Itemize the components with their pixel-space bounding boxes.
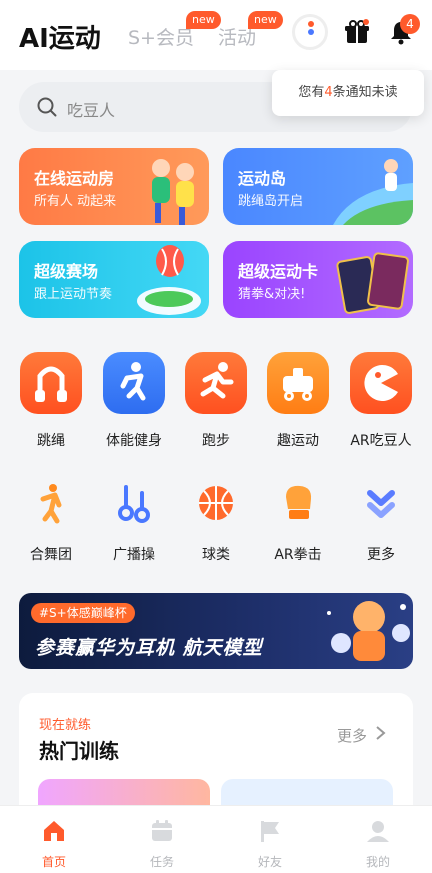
boxing-glove-icon [276, 481, 320, 525]
sport-label: 趣运动 [277, 433, 319, 449]
arena-balloon-illustration [137, 245, 201, 315]
more-chevron-icon [359, 481, 403, 525]
card-title: 运动岛 [238, 169, 287, 188]
astronaut-illustration [327, 601, 410, 661]
card-subtitle: 猜拳&对决! [238, 287, 306, 302]
home-screen: AI运动 S+会员 new 活动 new 4 您有4条通知未读 吃豆人 在线运动… [0, 0, 432, 873]
tab-profile[interactable]: 我的 [324, 806, 432, 873]
notification-count-badge: 4 [400, 14, 420, 34]
home-icon [44, 821, 64, 841]
sport-jump-rope[interactable]: 跳绳 [12, 352, 90, 450]
card-super-sport-card[interactable]: 超级运动卡 猜拳&对决! [223, 241, 413, 318]
tab-friends[interactable]: 好友 [216, 806, 324, 873]
card-subtitle: 跟上运动节奏 [34, 287, 113, 302]
tab-label: 任务 [149, 855, 174, 869]
sport-label: AR拳击 [274, 547, 322, 563]
card-subtitle: 所有人 动起来 [34, 194, 117, 209]
card-title: 在线运动房 [34, 169, 115, 188]
tab-label: 首页 [41, 855, 66, 869]
search-placeholder: 吃豆人 [67, 101, 116, 120]
characters-illustration [152, 159, 194, 225]
more-link[interactable]: 更多 [337, 725, 367, 746]
calendar-icon [152, 820, 172, 841]
new-badge: new [186, 11, 221, 29]
sport-label: AR吃豆人 [350, 433, 412, 449]
pacman-icon [350, 352, 412, 414]
tab-member[interactable]: S+会员 [128, 23, 194, 50]
bottom-tab-bar: 首页 任务 好友 我的 [0, 805, 432, 873]
sport-broadcast-exercise[interactable]: 广播操 [95, 481, 173, 564]
sport-label: 更多 [367, 547, 395, 563]
section-kicker: 现在就练 [39, 718, 92, 733]
flag-icon [261, 821, 279, 842]
card-online-room[interactable]: 在线运动房 所有人 动起来 [19, 148, 209, 225]
ball-icon [194, 481, 238, 525]
sport-label: 合舞团 [30, 547, 72, 563]
sport-label: 广播操 [113, 547, 155, 563]
ai-assistant-button[interactable] [292, 14, 328, 50]
chevron-right-icon[interactable] [374, 726, 386, 740]
sport-label: 跳绳 [37, 433, 65, 449]
jump-rope-icon [20, 352, 82, 414]
card-subtitle: 跳绳岛开启 [238, 194, 304, 209]
card-sport-island[interactable]: 运动岛 跳绳岛开启 [223, 148, 413, 225]
sport-ar-boxing[interactable]: AR拳击 [259, 481, 337, 564]
new-badge: new [248, 11, 283, 29]
tooltip-count: 4 [324, 85, 333, 100]
search-icon [37, 97, 57, 117]
user-icon [367, 821, 389, 842]
trading-cards-illustration [336, 252, 409, 314]
assistant-dot [308, 29, 314, 35]
card-super-arena[interactable]: 超级赛场 跟上运动节奏 [19, 241, 209, 318]
running-icon [185, 352, 247, 414]
top-header: AI运动 S+会员 new 活动 new 4 [0, 0, 432, 70]
sport-label: 球类 [202, 547, 230, 563]
assistant-dot [308, 21, 314, 27]
tooltip-prefix: 您有 [298, 85, 325, 100]
broadcast-exercise-icon [112, 481, 156, 525]
sport-fun[interactable]: 趣运动 [259, 352, 337, 450]
sport-fitness[interactable]: 体能健身 [95, 352, 173, 450]
section-title: 热门训练 [39, 739, 119, 763]
island-illustration [333, 159, 413, 225]
sport-label: 体能健身 [106, 433, 162, 449]
gift-icon[interactable] [344, 19, 370, 45]
sport-dance[interactable]: 合舞团 [12, 481, 90, 564]
banner-headline: 参赛赢华为耳机 航天模型 [35, 637, 263, 659]
sport-ball[interactable]: 球类 [177, 481, 255, 564]
tab-tasks[interactable]: 任务 [108, 806, 216, 873]
tab-label: 好友 [257, 855, 282, 869]
sport-label: 跑步 [202, 433, 230, 449]
fitness-icon [103, 352, 165, 414]
card-title: 超级赛场 [34, 262, 99, 281]
tab-label: 我的 [365, 855, 390, 869]
fun-sport-icon [267, 352, 329, 414]
sport-ar-pacman[interactable]: AR吃豆人 [342, 352, 420, 450]
tab-home[interactable]: 首页 [0, 806, 108, 873]
card-title: 超级运动卡 [238, 262, 319, 281]
tooltip-suffix: 条通知未读 [332, 85, 398, 100]
dance-icon [29, 481, 73, 525]
notification-tooltip[interactable]: 您有4条通知未读 [272, 70, 424, 116]
promo-banner[interactable]: #S+体感巅峰杯 参赛赢华为耳机 航天模型 [19, 593, 413, 669]
sport-more[interactable]: 更多 [342, 481, 420, 564]
banner-tag: #S+体感巅峰杯 [31, 603, 135, 623]
sport-running[interactable]: 跑步 [177, 352, 255, 450]
brand-title: AI运动 [19, 24, 101, 54]
